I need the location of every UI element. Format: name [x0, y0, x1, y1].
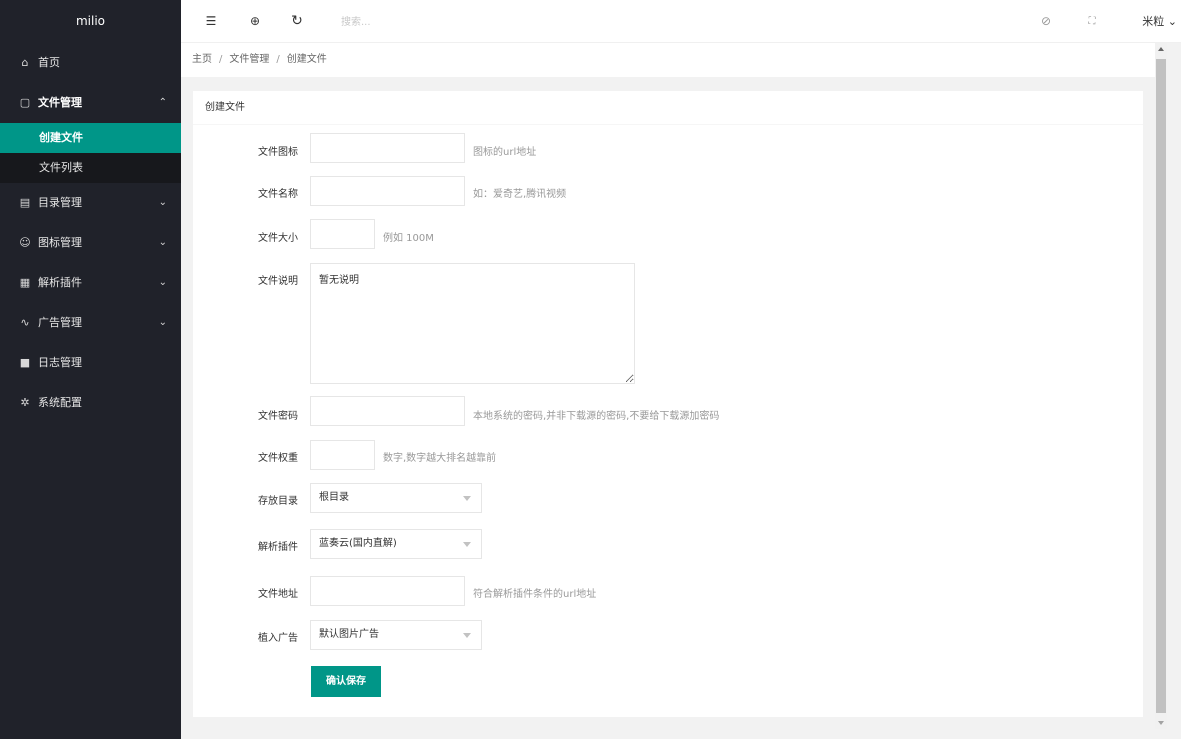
file-name-hint: 如：爱奇艺,腾讯视频 [473, 189, 567, 200]
file-name-input[interactable] [310, 176, 465, 206]
file-weight-label: 文件权重 [258, 453, 298, 464]
page-scrollbar[interactable] [1155, 43, 1167, 729]
storage-directory-value: 根目录 [319, 492, 349, 503]
chevron-down-icon: ⌄ [158, 317, 167, 328]
sidebar-item-log-management[interactable]: ■ 日志管理 [0, 343, 181, 383]
file-password-input[interactable] [310, 396, 465, 426]
user-name: 米粒 [1142, 15, 1165, 28]
scrollbar-thumb[interactable] [1156, 59, 1166, 713]
sidebar-item-label: 文件管理 [38, 96, 82, 109]
parse-plugin-label: 解析插件 [258, 542, 298, 553]
file-url-hint: 符合解析插件条件的url地址 [473, 589, 597, 600]
user-menu[interactable]: 米粒 ⌄ [1142, 0, 1177, 43]
file-size-label: 文件大小 [258, 233, 298, 244]
plugin-icon: ▦ [19, 276, 31, 289]
card-title: 创建文件 [193, 91, 1143, 125]
file-weight-input[interactable] [310, 440, 375, 470]
home-icon: ⌂ [21, 56, 29, 69]
caret-down-icon [463, 633, 471, 638]
chevron-down-icon: ⌄ [158, 197, 167, 208]
embed-ad-select[interactable]: 默认图片广告 [310, 620, 482, 650]
breadcrumb-item-home[interactable]: 主页 [192, 54, 212, 65]
file-description-label: 文件说明 [258, 276, 298, 287]
settings-icon: ✲ [20, 396, 30, 409]
storage-directory-select[interactable]: 根目录 [310, 483, 482, 513]
sidebar-item-label: 首页 [38, 56, 60, 69]
search-input[interactable] [341, 12, 541, 32]
sidebar-item-file-management[interactable]: ▢ 文件管理 ⌃ [0, 83, 181, 123]
scroll-down-icon[interactable] [1158, 721, 1164, 725]
file-size-input[interactable] [310, 219, 375, 249]
file-password-hint: 本地系统的密码,并非下载源的密码,不要给下载源加密码 [473, 411, 720, 422]
embed-ad-value: 默认图片广告 [319, 629, 379, 640]
breadcrumb-separator: / [219, 54, 223, 65]
file-icon-label: 文件图标 [258, 147, 298, 158]
chevron-down-icon: ⌄ [158, 237, 167, 248]
sidebar-item-label: 日志管理 [38, 356, 82, 369]
smile-icon: ☺ [19, 236, 31, 249]
globe-icon[interactable]: ⊕ [245, 0, 265, 43]
storage-directory-label: 存放目录 [258, 496, 298, 507]
file-name-label: 文件名称 [258, 189, 298, 200]
file-icon-input[interactable] [310, 133, 465, 163]
sidebar-item-label: 目录管理 [38, 196, 82, 209]
breadcrumb: 主页 / 文件管理 / 创建文件 [181, 43, 1155, 77]
tag-icon[interactable]: ⊘ [1036, 0, 1056, 43]
breadcrumb-item-create-file: 创建文件 [286, 54, 327, 65]
sidebar-item-label: 广告管理 [38, 316, 82, 329]
pulse-icon: ∿ [20, 316, 30, 329]
sidebar-item-label: 图标管理 [38, 236, 82, 249]
directory-icon: ▤ [19, 196, 31, 209]
sidebar-item-parse-plugin[interactable]: ▦ 解析插件 ⌄ [0, 263, 181, 303]
scroll-up-icon[interactable] [1158, 47, 1164, 51]
sidebar-item-label: 系统配置 [38, 396, 82, 409]
parse-plugin-value: 蓝奏云(国内直解) [319, 538, 397, 549]
create-file-card: 创建文件 文件图标 图标的url地址 文件名称 如：爱奇艺,腾讯视频 文件大小 … [193, 91, 1143, 717]
file-url-label: 文件地址 [258, 589, 298, 600]
app-logo[interactable]: milio [0, 0, 181, 43]
sidebar-subitem-file-list[interactable]: 文件列表 [0, 153, 181, 183]
sidebar-subitem-create-file[interactable]: 创建文件 [0, 123, 181, 153]
file-weight-hint: 数字,数字越大排名越靠前 [383, 453, 497, 464]
menu-toggle-icon[interactable]: ☰ [201, 0, 221, 43]
save-button[interactable]: 确认保存 [311, 666, 381, 697]
sidebar: milio ⌂ 首页 ▢ 文件管理 ⌃ 创建文件 文件列表 ▤ 目录管理 ⌄ ☺ 图标管… [0, 0, 181, 739]
file-password-label: 文件密码 [258, 411, 298, 422]
caret-down-icon [463, 542, 471, 547]
sidebar-item-icon-management[interactable]: ☺ 图标管理 ⌄ [0, 223, 181, 263]
file-url-input[interactable] [310, 576, 465, 606]
top-header: ☰ ⊕ ↻ ⊘ ⛶ 米粒 ⌄ [181, 0, 1181, 43]
sidebar-item-label: 解析插件 [38, 276, 82, 289]
chevron-down-icon: ⌄ [158, 277, 167, 288]
parse-plugin-select[interactable]: 蓝奏云(国内直解) [310, 529, 482, 559]
breadcrumb-separator: / [276, 54, 280, 65]
fullscreen-icon[interactable]: ⛶ [1082, 0, 1102, 43]
file-size-hint: 例如 100M [383, 233, 434, 244]
breadcrumb-item-file-management[interactable]: 文件管理 [229, 54, 269, 65]
file-description-textarea[interactable]: 暂无说明 [310, 263, 635, 384]
file-icon-hint: 图标的url地址 [473, 147, 537, 158]
file-icon: ▢ [19, 96, 31, 109]
caret-down-icon [463, 496, 471, 501]
sidebar-item-ad-management[interactable]: ∿ 广告管理 ⌄ [0, 303, 181, 343]
refresh-icon[interactable]: ↻ [287, 0, 307, 43]
file-submenu: 创建文件 文件列表 [0, 123, 181, 183]
chevron-down-icon: ⌄ [1167, 15, 1177, 28]
embed-ad-label: 植入广告 [258, 633, 298, 644]
chevron-up-icon: ⌃ [158, 97, 167, 108]
sidebar-item-directory-management[interactable]: ▤ 目录管理 ⌄ [0, 183, 181, 223]
sidebar-item-home[interactable]: ⌂ 首页 [0, 43, 181, 83]
sidebar-item-system-config[interactable]: ✲ 系统配置 [0, 383, 181, 423]
log-icon: ■ [19, 356, 31, 369]
